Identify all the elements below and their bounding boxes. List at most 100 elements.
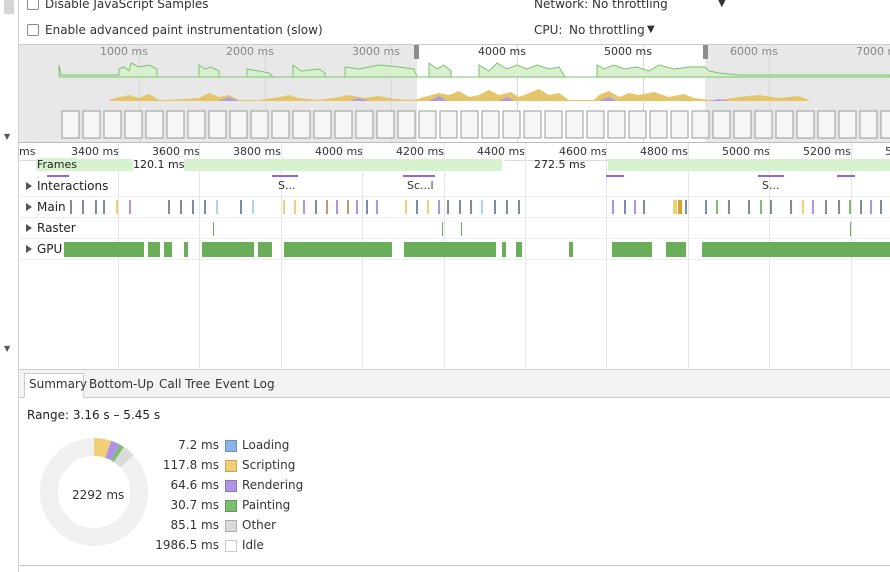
tab-summary-label[interactable]: Summary <box>29 377 87 391</box>
interaction-bar[interactable] <box>47 175 69 180</box>
main-event[interactable] <box>825 200 827 214</box>
main-event[interactable] <box>705 200 707 214</box>
overview-right-handle[interactable] <box>703 45 708 59</box>
main-event[interactable] <box>860 200 862 214</box>
main-event[interactable] <box>252 200 254 214</box>
main-event[interactable] <box>770 200 772 214</box>
raster-track[interactable]: Raster <box>19 218 890 239</box>
main-event[interactable] <box>356 200 358 214</box>
main-event[interactable] <box>880 200 882 214</box>
main-event[interactable] <box>459 200 461 214</box>
frame-bar[interactable] <box>182 159 503 171</box>
frame-bar[interactable] <box>608 159 890 171</box>
timeline-overview[interactable]: 1000 ms 2000 ms 3000 ms 4000 ms 5000 ms … <box>19 44 890 143</box>
frame-duration[interactable]: 120.1 ms <box>133 158 185 171</box>
main-event[interactable] <box>624 200 626 214</box>
gpu-event[interactable] <box>64 242 144 257</box>
main-event[interactable] <box>812 200 814 214</box>
main-event[interactable] <box>870 200 872 214</box>
expand-triangle-icon[interactable] <box>26 245 32 253</box>
main-event[interactable] <box>347 200 349 214</box>
gpu-event[interactable] <box>184 242 188 257</box>
main-event[interactable] <box>716 200 718 214</box>
main-event[interactable] <box>315 200 317 214</box>
main-event[interactable] <box>192 200 194 214</box>
left-scrollbar[interactable]: ▼ ▼ <box>0 0 19 572</box>
expand-triangle-icon[interactable] <box>26 182 32 190</box>
gpu-event[interactable] <box>666 242 686 257</box>
main-event[interactable] <box>168 200 170 214</box>
network-throttling-select[interactable]: No throttling <box>592 0 668 11</box>
frame-duration[interactable]: 272.5 ms <box>534 158 585 171</box>
overview-left-handle[interactable] <box>414 45 419 59</box>
gpu-event[interactable] <box>164 242 172 257</box>
tab-call-tree[interactable]: Call Tree <box>159 377 210 391</box>
main-event[interactable] <box>336 200 338 214</box>
main-event[interactable] <box>326 200 328 214</box>
main-event[interactable] <box>303 200 305 214</box>
main-event[interactable] <box>673 200 677 214</box>
raster-event[interactable] <box>461 222 462 236</box>
main-event[interactable] <box>216 200 218 214</box>
main-event[interactable] <box>283 200 285 214</box>
main-event[interactable] <box>634 200 636 214</box>
main-event[interactable] <box>416 200 418 214</box>
main-event[interactable] <box>405 200 407 214</box>
advanced-paint-checkbox[interactable] <box>27 24 39 36</box>
interaction-bar[interactable] <box>837 175 855 180</box>
gpu-event[interactable] <box>404 242 496 257</box>
main-event[interactable] <box>240 200 242 214</box>
main-event[interactable] <box>376 200 378 214</box>
gpu-event[interactable] <box>284 242 392 257</box>
main-event[interactable] <box>470 200 472 214</box>
main-event[interactable] <box>447 200 449 214</box>
raster-event[interactable] <box>213 222 214 236</box>
network-dropdown-arrow-icon[interactable]: ▼ <box>718 0 726 9</box>
tab-event-log[interactable]: Event Log <box>215 377 275 391</box>
expand-triangle-icon[interactable] <box>26 203 32 211</box>
main-event[interactable] <box>82 200 84 214</box>
gpu-event[interactable] <box>502 242 506 257</box>
raster-event[interactable] <box>442 222 443 236</box>
tab-bottom-up[interactable]: Bottom-Up <box>89 377 154 391</box>
main-event[interactable] <box>116 200 118 214</box>
scrollbar-thumb[interactable] <box>4 0 14 14</box>
cpu-dropdown-arrow-icon[interactable]: ▼ <box>647 24 655 35</box>
cpu-throttling-select[interactable]: No throttling <box>569 23 645 37</box>
main-event[interactable] <box>366 200 368 214</box>
main-event[interactable] <box>760 200 762 214</box>
disable-js-samples-checkbox[interactable] <box>27 0 39 10</box>
scroll-down-arrow-icon[interactable]: ▼ <box>4 344 10 353</box>
main-event[interactable] <box>103 200 105 214</box>
main-event[interactable] <box>494 200 496 214</box>
interaction-label[interactable]: S... <box>762 179 779 192</box>
main-event[interactable] <box>294 200 296 214</box>
main-event[interactable] <box>506 200 508 214</box>
gpu-event[interactable] <box>612 242 652 257</box>
gpu-event[interactable] <box>258 242 272 257</box>
main-event[interactable] <box>612 200 614 214</box>
interaction-label[interactable]: S... <box>278 179 295 192</box>
main-event[interactable] <box>849 200 851 214</box>
interaction-label[interactable]: Sc...l <box>407 179 434 192</box>
main-event[interactable] <box>204 200 206 214</box>
main-event[interactable] <box>748 200 750 214</box>
raster-event[interactable] <box>850 222 851 236</box>
main-event[interactable] <box>70 200 72 214</box>
main-event[interactable] <box>802 200 804 214</box>
main-event[interactable] <box>95 200 97 214</box>
gpu-event[interactable] <box>148 242 160 257</box>
main-event[interactable] <box>790 200 792 214</box>
main-event[interactable] <box>678 200 682 214</box>
gpu-event[interactable] <box>702 242 890 257</box>
gpu-event[interactable] <box>202 242 254 257</box>
gpu-event[interactable] <box>516 242 522 257</box>
main-event[interactable] <box>427 200 429 214</box>
interaction-bar[interactable] <box>606 175 624 180</box>
main-event[interactable] <box>643 200 645 214</box>
main-event[interactable] <box>838 200 840 214</box>
main-event[interactable] <box>438 200 440 214</box>
main-event[interactable] <box>518 200 520 214</box>
main-event[interactable] <box>129 200 131 214</box>
expand-triangle-icon[interactable] <box>26 224 32 232</box>
